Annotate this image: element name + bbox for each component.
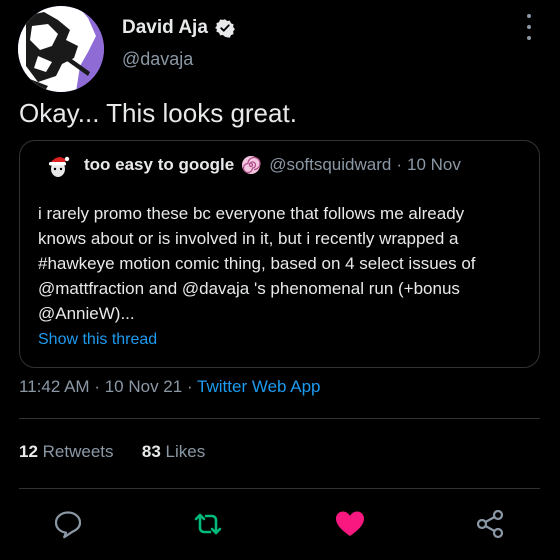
more-dot <box>527 25 531 29</box>
likes-label: Likes <box>165 442 206 461</box>
santa-hat-avatar-icon <box>44 151 72 179</box>
tweet-time[interactable]: 11:42 AM <box>19 377 90 396</box>
likes-count: 83 <box>141 442 161 461</box>
quoted-tweet-card[interactable]: too easy to google @softsquidward · 10 N… <box>19 140 540 368</box>
quoted-text-line: @AnnieW)... <box>38 304 135 323</box>
reply-icon[interactable] <box>52 508 84 540</box>
author-name-row[interactable]: David Aja <box>122 17 235 39</box>
quoted-text-line: knows about or is involved in it, but i … <box>38 229 459 248</box>
avatar-illustration <box>18 6 104 92</box>
separator-dot: · <box>186 377 193 396</box>
quoted-tweet-header: too easy to google @softsquidward · 10 N… <box>44 151 461 179</box>
spiral-icon <box>242 156 261 174</box>
tweet-stats: 12 Retweets 83 Likes <box>19 442 205 462</box>
divider <box>19 488 540 489</box>
more-dot <box>527 14 531 18</box>
tweet-meta: 11:42 AM · 10 Nov 21 · Twitter Web App <box>19 377 321 397</box>
more-dot <box>527 36 531 40</box>
author-avatar[interactable] <box>18 6 104 92</box>
quoted-author-handle[interactable]: @softsquidward <box>269 155 391 175</box>
tweet-text: Okay... This looks great. <box>19 98 297 128</box>
share-icon[interactable] <box>474 508 506 540</box>
tweet-source-app[interactable]: Twitter Web App <box>197 377 320 396</box>
show-thread-link[interactable]: Show this thread <box>38 331 157 349</box>
more-options-icon[interactable] <box>518 14 540 40</box>
separator-dot: · <box>94 377 100 396</box>
quoted-tweet-date[interactable]: 10 Nov <box>407 155 461 175</box>
retweets-stat[interactable]: 12 Retweets <box>19 442 114 461</box>
author-name[interactable]: David Aja <box>122 17 208 39</box>
retweet-icon[interactable] <box>192 508 224 540</box>
verified-badge-icon <box>214 19 235 38</box>
tweet-date[interactable]: 10 Nov 21 <box>105 377 183 396</box>
retweets-count: 12 <box>19 442 38 461</box>
likes-stat[interactable]: 83 Likes <box>142 442 205 461</box>
retweets-label: Retweets <box>42 442 114 461</box>
quoted-author-name[interactable]: too easy to google <box>84 155 234 175</box>
quoted-text-line: i rarely promo these bc everyone that fo… <box>38 204 465 223</box>
quoted-text-line: @mattfraction and @davaja 's phenomenal … <box>38 279 460 298</box>
author-handle[interactable]: @davaja <box>122 49 193 70</box>
quoted-text-line: #hawkeye motion comic thing, based on 4 … <box>38 254 476 273</box>
separator-dot: · <box>396 155 403 174</box>
divider <box>19 418 540 419</box>
heart-icon[interactable] <box>334 508 366 540</box>
quoted-tweet-text: i rarely promo these bc everyone that fo… <box>38 201 528 326</box>
